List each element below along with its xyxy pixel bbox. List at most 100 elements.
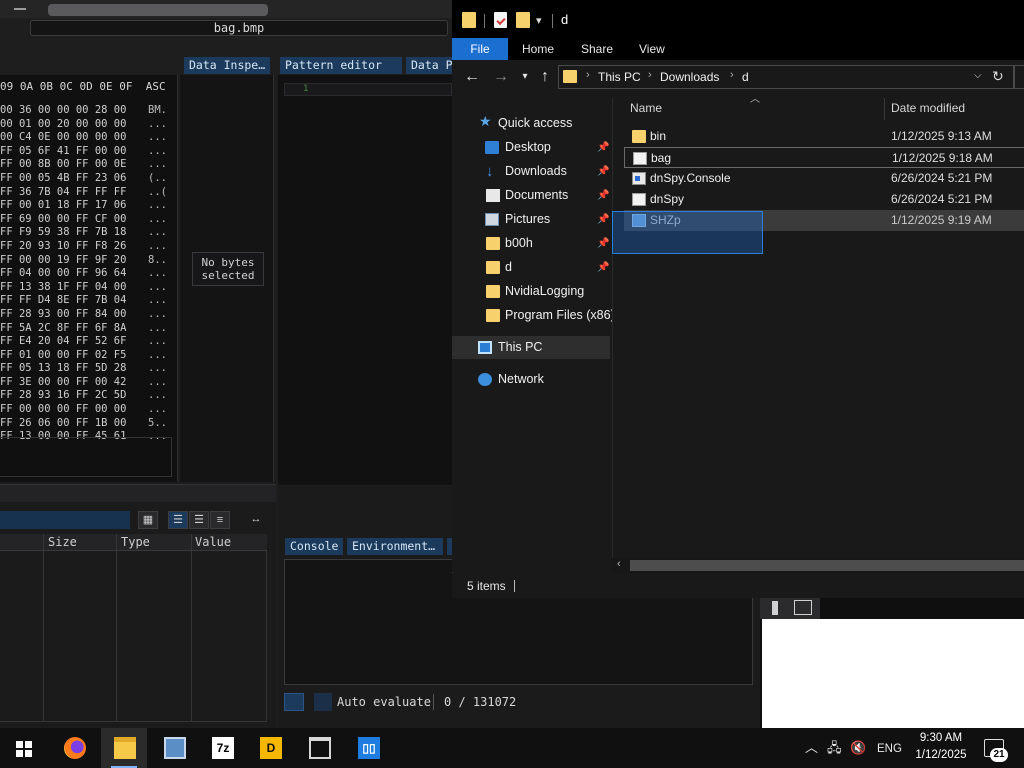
chevron-right-icon[interactable]: › (586, 69, 590, 81)
hex-bytes[interactable]: FF 28 93 00 FF 84 00 (0, 308, 126, 320)
hex-bytes[interactable]: FF 13 38 1F FF 04 00 (0, 281, 126, 293)
hex-row[interactable]: FF 13 38 1F FF 04 00... (0, 281, 172, 295)
pin-icon[interactable]: 📌 (597, 184, 609, 207)
hex-bytes[interactable]: FF 00 01 18 FF 17 06 (0, 199, 126, 211)
tab-console[interactable]: Console (285, 538, 343, 555)
nav-quick-access[interactable]: ★ Quick access (452, 112, 610, 135)
expand-icon[interactable]: ↔ (246, 511, 266, 529)
hex-row[interactable]: 00 C4 0E 00 00 00 00... (0, 131, 172, 145)
hex-bytes[interactable]: FF E4 20 04 FF 52 6F (0, 335, 126, 347)
pin-icon[interactable]: 📌 (597, 232, 609, 255)
nav-pictures[interactable]: Pictures 📌 (452, 208, 610, 231)
hex-row[interactable]: FF 00 05 4B FF 23 06 (.. (0, 172, 172, 186)
pin-icon[interactable]: 📌 (597, 160, 609, 183)
breadcrumb-d[interactable]: d (742, 70, 749, 84)
pattern-line-number[interactable]: 1 (284, 83, 452, 96)
nav-b00h[interactable]: b00h 📌 (452, 232, 610, 255)
chevron-left-icon[interactable]: ‹ (617, 558, 621, 570)
refresh-icon[interactable]: ↻ (992, 68, 1004, 85)
hex-ascii[interactable]: ... (148, 403, 167, 417)
grid-view-icon[interactable]: ▦ (138, 511, 158, 529)
hex-ascii[interactable]: ..( (148, 186, 167, 200)
nav-program-files[interactable]: Program Files (x86) (452, 304, 615, 327)
column-size[interactable]: Size (48, 534, 77, 551)
hex-bytes[interactable]: 00 C4 0E 00 00 00 00 (0, 131, 126, 143)
hex-row[interactable]: FF 00 8B 00 FF 00 0E... (0, 158, 172, 172)
pattern-editor-pane[interactable] (278, 75, 452, 485)
nav-d[interactable]: d 📌 (452, 256, 610, 279)
tab-scrollbar[interactable] (48, 4, 268, 16)
column-name[interactable]: Name (630, 101, 662, 115)
hex-bytes[interactable]: FF 01 00 00 FF 02 F5 (0, 349, 126, 361)
hex-bytes[interactable]: FF 3E 00 00 FF 00 42 (0, 376, 126, 388)
hex-row[interactable]: FF FF D4 8E FF 7B 04... (0, 294, 172, 308)
hex-ascii[interactable]: ... (148, 322, 167, 336)
column-divider[interactable] (884, 98, 885, 120)
hex-ascii[interactable]: ... (148, 389, 167, 403)
hex-ascii[interactable]: ... (148, 145, 167, 159)
hex-bytes[interactable]: FF 20 93 10 FF F8 26 (0, 240, 126, 252)
hex-row[interactable]: FF 69 00 00 FF CF 00... (0, 213, 172, 227)
hex-row[interactable]: FF 00 00 19 FF 9F 20 8.. (0, 254, 172, 268)
nav-desktop[interactable]: Desktop 📌 (452, 136, 610, 159)
hex-bytes[interactable]: FF 69 00 00 FF CF 00 (0, 213, 126, 225)
hex-ascii[interactable]: ... (148, 294, 167, 308)
tab-home[interactable]: Home (522, 38, 554, 60)
hex-bytes[interactable]: FF 00 8B 00 FF 00 0E (0, 158, 126, 170)
split-pane-icon[interactable] (794, 600, 812, 615)
hex-ascii[interactable]: ... (148, 308, 167, 322)
pin-icon[interactable]: 📌 (597, 208, 609, 231)
back-arrow-icon[interactable]: ← (461, 66, 483, 88)
hex-row[interactable]: 00 01 00 20 00 00 00... (0, 118, 172, 132)
column-value[interactable]: Value (195, 534, 231, 551)
hex-row[interactable]: FF 3E 00 00 FF 00 42... (0, 376, 172, 390)
hex-row[interactable]: FF 28 93 16 FF 2C 5D... (0, 389, 172, 403)
hex-bytes[interactable]: 00 36 00 00 00 28 00 (0, 104, 126, 116)
hex-row[interactable]: FF 01 00 00 FF 02 F5... (0, 349, 172, 363)
chevron-right-icon[interactable]: › (648, 69, 652, 81)
hex-bytes[interactable]: FF 05 6F 41 FF 00 00 (0, 145, 126, 157)
nav-downloads[interactable]: ↓ Downloads 📌 (452, 160, 610, 183)
pattern-search-input[interactable] (0, 511, 130, 529)
forward-arrow-icon[interactable]: → (490, 66, 512, 88)
hex-ascii[interactable]: ... (148, 376, 167, 390)
hex-row[interactable]: FF 05 13 18 FF 5D 28... (0, 362, 172, 376)
hex-ascii[interactable]: ... (148, 240, 167, 254)
breadcrumb-this-pc[interactable]: This PC (598, 70, 641, 84)
hex-bytes[interactable]: FF 04 00 00 FF 96 64 (0, 267, 126, 279)
hex-row[interactable]: FF E4 20 04 FF 52 6F... (0, 335, 172, 349)
properties-icon[interactable] (494, 12, 507, 28)
hex-ascii[interactable]: ... (148, 362, 167, 376)
taskbar-imhex[interactable]: ▯▯ (345, 728, 391, 768)
tab-environment[interactable]: Environment… (347, 538, 443, 555)
hex-bytes[interactable]: FF F9 59 38 FF 7B 18 (0, 226, 126, 238)
chevron-up-icon[interactable]: ︿ (805, 740, 818, 756)
taskbar-task-view[interactable] (296, 728, 342, 768)
hex-ascii[interactable]: ... (148, 131, 167, 145)
breadcrumb-downloads[interactable]: Downloads (660, 70, 719, 84)
pin-icon[interactable]: 📌 (597, 256, 609, 279)
taskbar-file-explorer[interactable] (101, 728, 147, 768)
network-status-icon[interactable]: 🖧 (827, 740, 842, 756)
taskbar-debugger[interactable]: D (247, 728, 293, 768)
hex-row[interactable]: FF 05 6F 41 FF 00 00... (0, 145, 172, 159)
hex-row[interactable]: FF F9 59 38 FF 7B 18... (0, 226, 172, 240)
taskbar-remote-desktop[interactable] (151, 728, 197, 768)
nav-documents[interactable]: Documents 📌 (452, 184, 610, 207)
hex-bytes[interactable]: FF 26 06 00 FF 1B 00 (0, 417, 126, 429)
minimize-icon[interactable] (14, 8, 26, 10)
taskbar-7zip[interactable]: 7z (199, 728, 245, 768)
auto-evaluate-checkbox[interactable] (314, 693, 332, 711)
hex-bytes[interactable]: 00 01 00 20 00 00 00 (0, 118, 126, 130)
tab-pattern-editor[interactable]: Pattern editor (280, 57, 402, 74)
column-date-modified[interactable]: Date modified (891, 101, 965, 115)
hex-row[interactable]: FF 00 00 00 FF 00 00... (0, 403, 172, 417)
scroll-thumb[interactable] (630, 560, 1024, 571)
hex-rows[interactable]: 00 36 00 00 00 28 00 BM. 00 01 00 20 00 00… (0, 104, 172, 444)
hex-bytes[interactable]: FF 5A 2C 8F FF 6F 8A (0, 322, 126, 334)
nav-nvidia-logging[interactable]: NvidiaLogging (452, 280, 610, 303)
hex-row[interactable]: FF 5A 2C 8F FF 6F 8A... (0, 322, 172, 336)
align-left-icon[interactable]: ≡ (210, 511, 230, 529)
open-file-title[interactable]: bag.bmp (30, 20, 448, 36)
hex-ascii[interactable]: ... (148, 199, 167, 213)
